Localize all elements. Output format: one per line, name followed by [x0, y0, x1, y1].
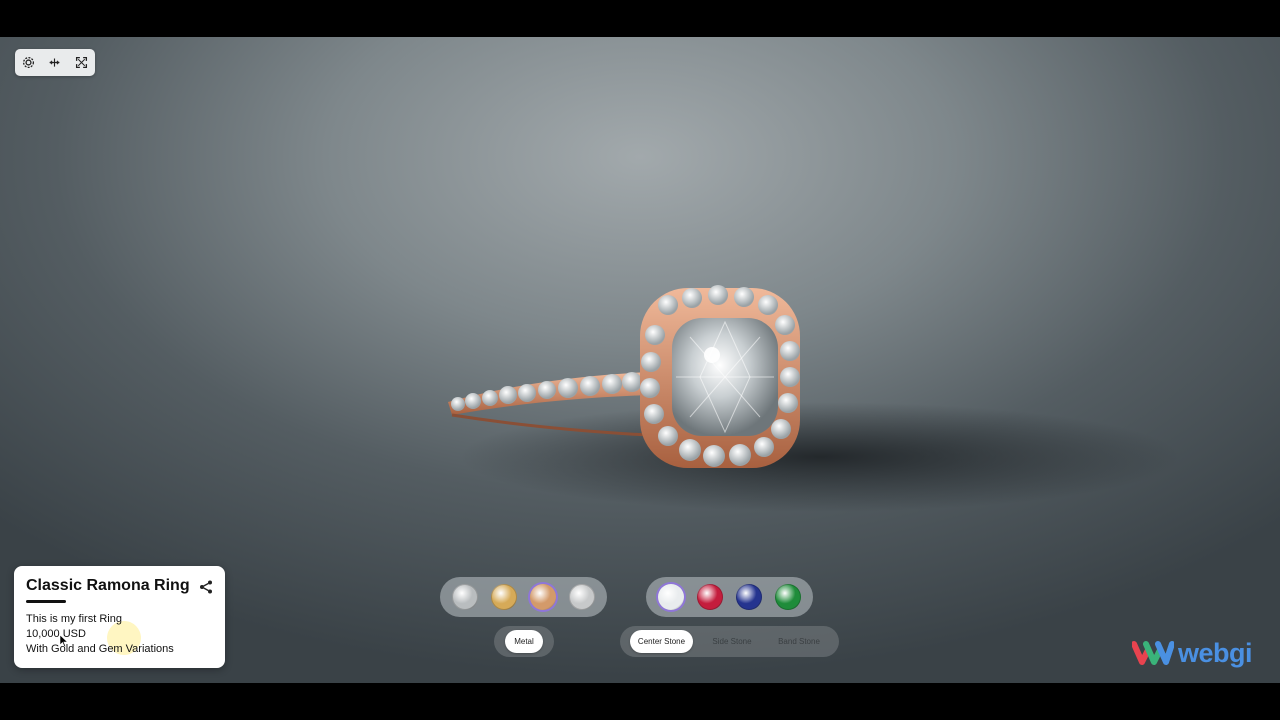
brand-name: webgi [1178, 637, 1253, 668]
stone-tab-group: Center Stone Side Stone Band Stone [620, 626, 839, 657]
tab-side-stone[interactable]: Side Stone [700, 630, 764, 653]
stone-swatch-0[interactable] [658, 584, 684, 610]
product-description: This is my first Ring [26, 613, 122, 625]
webgi-logo-icon [1132, 641, 1174, 665]
letterbox-bottom [0, 683, 1280, 720]
tab-center-stone[interactable]: Center Stone [630, 630, 693, 653]
webgi-brand: webgi [1132, 635, 1253, 671]
tab-band-stone[interactable]: Band Stone [768, 630, 830, 653]
viewer-toolbar [15, 49, 95, 76]
share-icon[interactable] [198, 579, 214, 595]
metal-swatch-3[interactable] [569, 584, 595, 610]
3d-viewport[interactable]: Classic Ramona Ring This is my first Rin… [0, 37, 1280, 683]
metal-swatch-2[interactable] [530, 584, 556, 610]
product-info-card: Classic Ramona Ring This is my first Rin… [14, 566, 225, 668]
band-stones [451, 372, 642, 411]
settings-gear-icon[interactable] [18, 53, 38, 73]
tab-metal[interactable]: Metal [505, 630, 543, 653]
fullscreen-icon[interactable] [72, 53, 92, 73]
product-title: Classic Ramona Ring [26, 577, 190, 594]
stone-swatch-panel [646, 577, 813, 617]
metal-swatch-panel [440, 577, 607, 617]
letterbox-top [0, 0, 1280, 37]
metal-swatch-0[interactable] [452, 584, 478, 610]
stone-swatch-1[interactable] [697, 584, 723, 610]
mouse-cursor-icon [60, 635, 68, 647]
product-note: With Gold and Gem Variations [26, 643, 174, 655]
stone-swatch-3[interactable] [775, 584, 801, 610]
metal-swatch-1[interactable] [491, 584, 517, 610]
metal-tab-group: Metal [494, 626, 554, 657]
rotate-icon[interactable] [45, 53, 65, 73]
product-price: 10,000 USD [26, 628, 86, 640]
stone-swatch-2[interactable] [736, 584, 762, 610]
ring-shadow [460, 402, 1180, 512]
title-underline [26, 600, 66, 603]
